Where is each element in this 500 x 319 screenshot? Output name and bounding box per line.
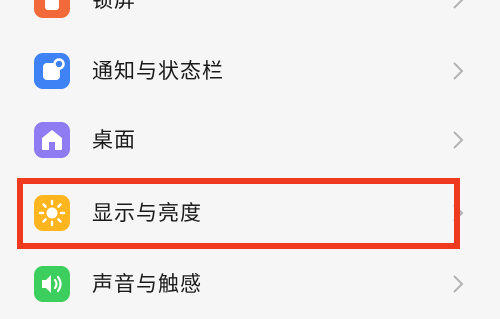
chevron-right-icon (453, 131, 464, 149)
settings-item-label: 桌面 (92, 128, 136, 152)
chevron-right-icon (453, 275, 464, 293)
settings-list: 锁屏 通知与状态栏 桌面 显示与亮度 声音与触感 (0, 0, 500, 302)
chevron-right-icon (453, 0, 464, 9)
notification-icon (34, 53, 70, 89)
chevron-right-icon (453, 204, 464, 222)
settings-item-display-brightness[interactable]: 显示与亮度 (0, 179, 500, 247)
home-icon (34, 122, 70, 158)
settings-item-label: 通知与状态栏 (92, 59, 224, 83)
settings-item-label: 声音与触感 (92, 272, 202, 296)
brightness-icon (34, 195, 70, 231)
settings-item-label: 显示与亮度 (92, 201, 202, 225)
chevron-right-icon (453, 62, 464, 80)
settings-item-home-screen[interactable]: 桌面 (0, 106, 500, 174)
sound-icon (34, 266, 70, 302)
settings-item-notifications[interactable]: 通知与状态栏 (0, 37, 500, 105)
settings-item-sound-haptics[interactable]: 声音与触感 (0, 251, 500, 319)
lock-screen-icon (34, 0, 70, 18)
settings-item-lock-screen[interactable]: 锁屏 (0, 0, 500, 34)
settings-item-label: 锁屏 (92, 0, 136, 12)
